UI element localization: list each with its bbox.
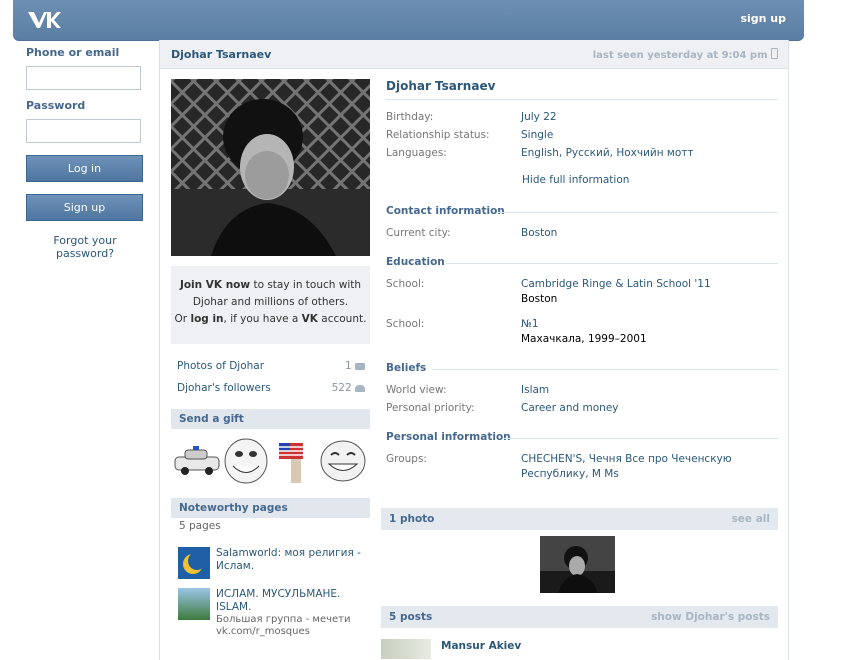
city-value[interactable]: Boston	[521, 226, 557, 241]
birthday-value[interactable]: July 22	[521, 110, 557, 125]
languages-label: Languages:	[386, 147, 447, 159]
groups-value[interactable]: CHECHEN'S, Чечня Все про Чеченскую Респу…	[521, 452, 732, 482]
contact-info-title: Contact information	[386, 205, 505, 217]
last-seen-status: last seen yesterday at 9:04 pm	[593, 48, 778, 61]
mosque-group-thumb	[178, 588, 210, 620]
school1-city: Boston	[521, 293, 558, 305]
noteworthy-page-url: vk.com/r_mosques	[216, 626, 310, 637]
noteworthy-pages-count: 5 pages	[179, 520, 221, 532]
phone-email-label: Phone or email	[26, 46, 120, 59]
profile-header: Djohar Tsarnaev last seen yesterday at 9…	[160, 40, 788, 69]
posts-count: 5 posts	[389, 611, 433, 623]
school1-value[interactable]: Cambridge Ringe & Latin School '11	[521, 277, 711, 292]
school2-city: Махачкала, 1999–2001	[521, 333, 647, 345]
password-input[interactable]	[26, 119, 141, 143]
flag-gift-icon[interactable]	[279, 443, 303, 483]
education-title: Education	[386, 256, 445, 268]
password-label: Password	[26, 99, 86, 112]
noteworthy-pages-header[interactable]: Noteworthy pages	[171, 498, 370, 518]
relationship-label: Relationship status:	[386, 129, 490, 141]
header-signup-link[interactable]: sign up	[740, 12, 786, 25]
world-view-label: World view:	[386, 384, 447, 396]
signup-button[interactable]: Sign up	[26, 194, 143, 221]
followers-link[interactable]: Djohar's followers 522	[177, 382, 365, 394]
languages-value[interactable]: English, Русский, Нохчийн мотт	[521, 146, 694, 161]
school2-value[interactable]: №1	[521, 317, 539, 332]
vk-logo-icon[interactable]	[27, 9, 61, 31]
profile-photo[interactable]	[171, 79, 370, 256]
city-label: Current city:	[386, 227, 451, 239]
school-label: School:	[386, 318, 425, 330]
beliefs-title: Beliefs	[386, 362, 427, 374]
police-car-gift-icon[interactable]	[174, 446, 220, 475]
noteworthy-page-subtitle: Большая группа - мечети	[216, 614, 351, 625]
post-author-name[interactable]: Mansur Akiev	[441, 640, 521, 652]
post-author-avatar[interactable]	[381, 639, 431, 659]
login-button[interactable]: Log in	[26, 155, 143, 182]
personal-info-title: Personal information	[386, 431, 511, 443]
see-all-photos-link[interactable]: see all	[732, 508, 770, 530]
personal-priority-label: Personal priority:	[386, 402, 475, 414]
salamworld-thumb	[178, 547, 210, 579]
photos-section-bar[interactable]: 1 photo see all	[381, 508, 778, 530]
photos-count: 1 photo	[389, 513, 435, 525]
camera-icon	[355, 363, 365, 370]
people-icon	[355, 385, 365, 392]
login-inline-link[interactable]: log in	[190, 313, 223, 325]
profile-full-name: Djohar Tsarnaev	[386, 79, 496, 93]
show-posts-link[interactable]: show Djohar's posts	[651, 606, 770, 628]
personal-priority-value[interactable]: Career and money	[521, 401, 619, 416]
profile-panel: Djohar Tsarnaev last seen yesterday at 9…	[159, 40, 789, 660]
birthday-label: Birthday:	[386, 111, 434, 123]
photos-of-link[interactable]: Photos of Djohar 1	[177, 360, 365, 372]
profile-photo-image	[171, 79, 370, 256]
phone-email-input[interactable]	[26, 66, 141, 90]
groups-label: Groups:	[386, 453, 427, 465]
hide-full-info-link[interactable]: Hide full information	[522, 173, 629, 188]
send-gift-header[interactable]: Send a gift	[171, 409, 370, 429]
relationship-value[interactable]: Single	[521, 128, 553, 143]
forgot-password-link[interactable]: Forgot your password?	[26, 234, 144, 260]
noteworthy-page-title[interactable]: ИСЛАМ. МУСУЛЬМАНЕ. ISLAM.	[216, 588, 366, 614]
mobile-icon	[771, 48, 778, 59]
photo-thumbnail[interactable]	[540, 536, 615, 593]
top-header-bar: sign up	[13, 0, 804, 41]
troll-face-gift-icon[interactable]	[224, 438, 268, 484]
join-vk-link[interactable]: Join VK now	[180, 279, 250, 291]
rage-face-gift-icon[interactable]	[320, 440, 366, 482]
join-vk-prompt: Join VK now to stay in touch with Djohar…	[171, 266, 370, 344]
gift-list	[173, 433, 370, 485]
posts-section-bar[interactable]: 5 posts show Djohar's posts	[381, 606, 778, 628]
school-label: School:	[386, 278, 425, 290]
world-view-value[interactable]: Islam	[521, 383, 549, 398]
login-form: Phone or email Password Log in Sign up F…	[26, 46, 144, 260]
noteworthy-page-title[interactable]: Salamworld: моя религия - Ислам.	[216, 547, 366, 573]
page-title: Djohar Tsarnaev	[171, 48, 272, 61]
